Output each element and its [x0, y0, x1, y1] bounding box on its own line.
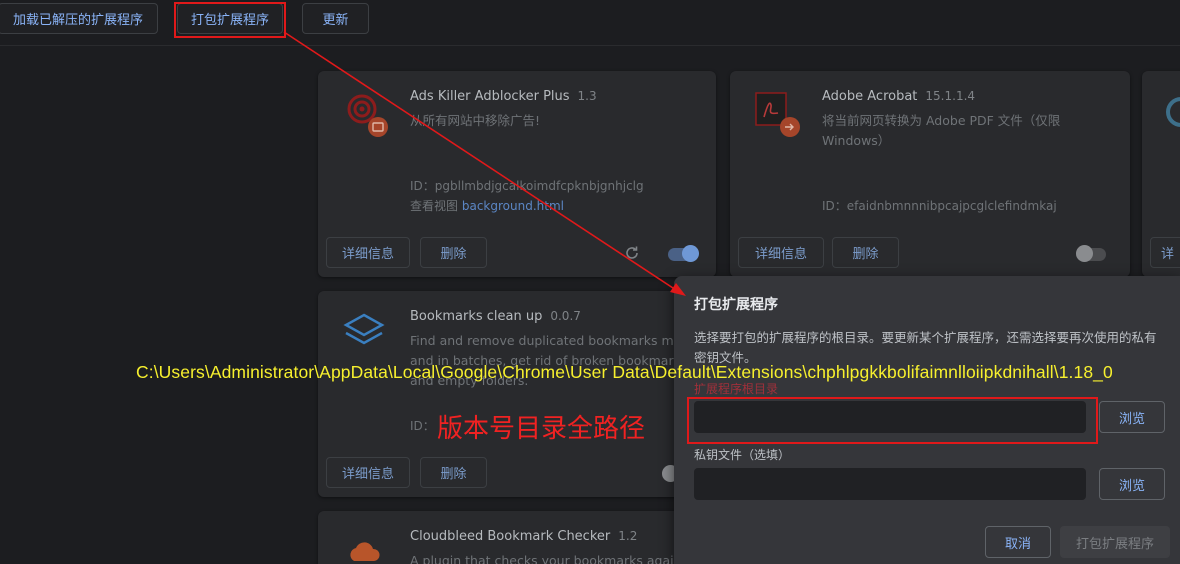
extension-id: ID：efaidnbmnnnibpcajpcglclefindmkaj	[822, 199, 1057, 213]
extension-version: 15.1.1.4	[925, 89, 976, 103]
extension-id: ID：	[410, 419, 435, 433]
remove-button[interactable]: 删除	[420, 237, 487, 268]
browse-key-button[interactable]: 浏览	[1099, 468, 1165, 500]
acrobat-icon	[754, 91, 800, 137]
extension-description: 从所有网站中移除广告!	[410, 113, 541, 128]
load-unpacked-button[interactable]: 加载已解压的扩展程序	[0, 3, 158, 34]
extension-name: Adobe Acrobat 15.1.1.4	[822, 89, 976, 104]
dialog-title: 打包扩展程序	[694, 297, 778, 313]
extension-version: 0.0.7	[550, 309, 581, 323]
annotation-note-text: 版本号目录全路径	[437, 414, 646, 444]
extension-description: A plugin that checks your bookmarks agai…	[410, 553, 693, 564]
cancel-button[interactable]: 取消	[985, 526, 1051, 558]
annotation-path-text: C:\Users\Administrator\AppData\Local\Goo…	[136, 362, 1113, 382]
browse-root-button[interactable]: 浏览	[1099, 401, 1165, 433]
cloud-icon	[342, 531, 388, 564]
details-button[interactable]: 详细信息	[326, 457, 410, 488]
extension-name: Ads Killer Adblocker Plus 1.3	[410, 89, 597, 104]
extension-version: 1.2	[618, 529, 638, 543]
extension-card-cloudbleed: Cloudbleed Bookmark Checker 1.2 A plugin …	[318, 511, 716, 564]
enable-toggle[interactable]	[1076, 245, 1106, 262]
extension-id: ID：pgbllmbdjgcalkoimdfcpknbjgnhjclg	[410, 179, 644, 193]
remove-button[interactable]: 删除	[832, 237, 899, 268]
details-button[interactable]: 详	[1150, 237, 1180, 268]
background-page-link[interactable]: background.html	[462, 199, 564, 213]
root-directory-highlight	[687, 397, 1098, 444]
extension-card-partial: 详	[1142, 71, 1180, 277]
update-button[interactable]: 更新	[302, 3, 369, 34]
private-key-input[interactable]	[694, 468, 1086, 500]
extension-description: 将当前网页转换为 Adobe PDF 文件（仅限 Windows）	[822, 113, 1061, 148]
pack-button[interactable]: 打包扩展程序	[1060, 526, 1170, 558]
extension-card-ads-killer: Ads Killer Adblocker Plus 1.3 从所有网站中移除广告!…	[318, 71, 716, 277]
remove-button[interactable]: 删除	[420, 457, 487, 488]
target-icon	[342, 91, 388, 137]
details-button[interactable]: 详细信息	[738, 237, 824, 268]
extension-name: Cloudbleed Bookmark Checker 1.2	[410, 529, 638, 544]
extension-icon	[1166, 97, 1180, 127]
private-key-label: 私钥文件（选填）	[694, 448, 791, 462]
details-button[interactable]: 详细信息	[326, 237, 410, 268]
reload-icon[interactable]	[624, 245, 640, 265]
extension-card-bookmarks-clean-up: Bookmarks clean up 0.0.7 Find and remove …	[318, 291, 716, 497]
inspect-views: 查看视图 background.html	[410, 199, 564, 213]
extension-name: Bookmarks clean up 0.0.7	[410, 309, 581, 324]
layers-icon	[342, 311, 388, 357]
enable-toggle[interactable]	[668, 245, 699, 262]
extension-version: 1.3	[577, 89, 597, 103]
extension-card-adobe-acrobat: Adobe Acrobat 15.1.1.4 将当前网页转换为 Adobe PDF…	[730, 71, 1130, 277]
pack-button-highlight	[174, 2, 286, 38]
